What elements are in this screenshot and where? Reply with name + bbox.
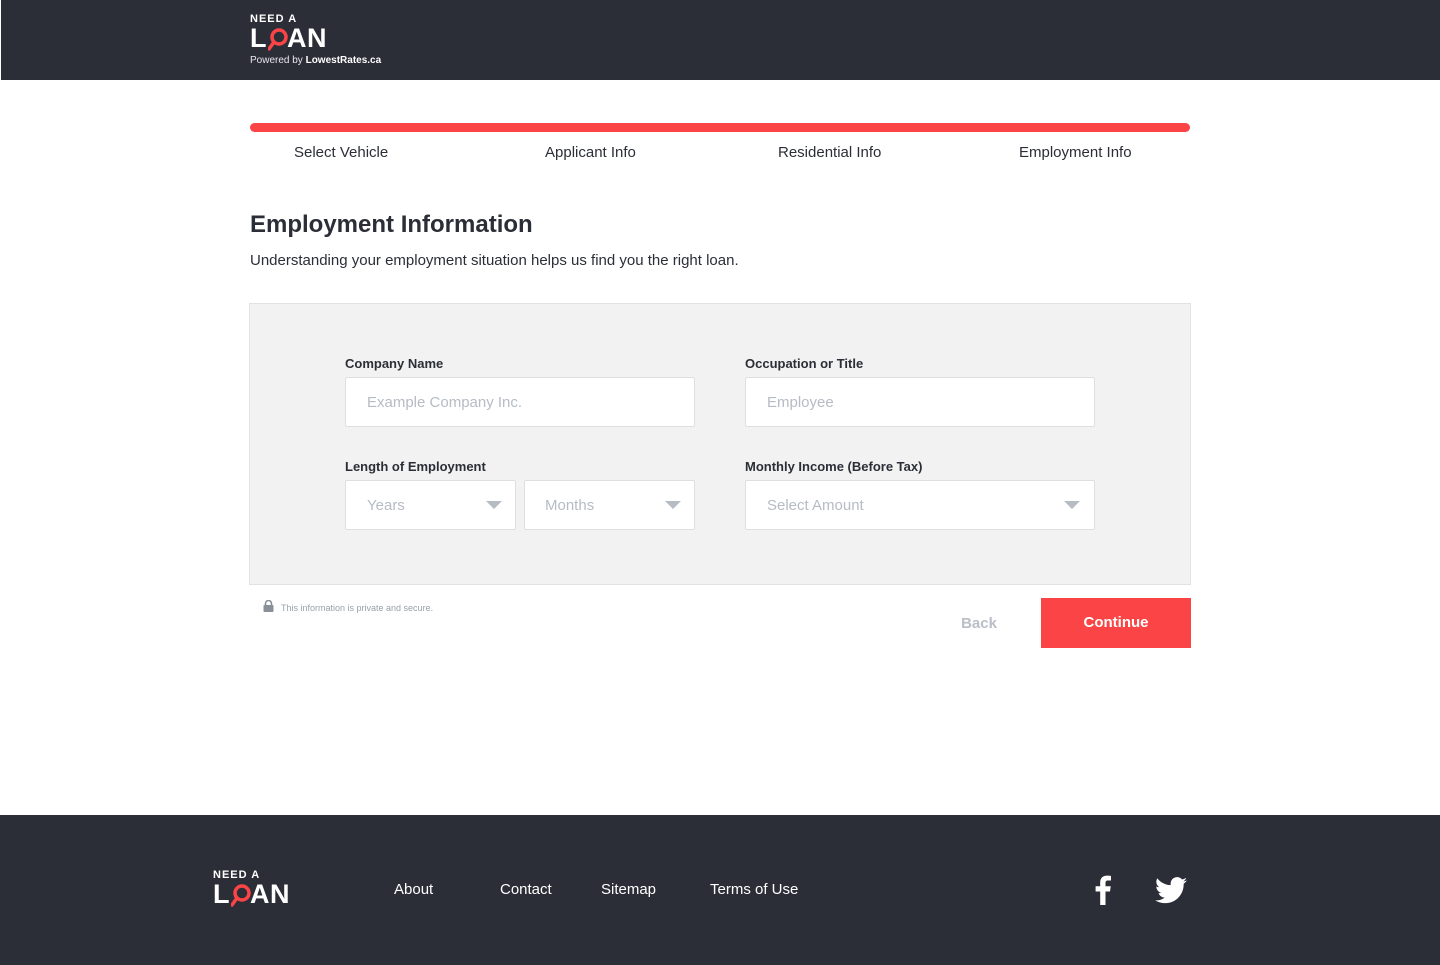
occupation-label: Occupation or Title — [745, 356, 864, 371]
secure-notice-text: This information is private and secure. — [281, 603, 434, 613]
company-name-input[interactable] — [346, 378, 694, 426]
page-title: Employment Information — [250, 211, 533, 238]
chevron-down-icon — [665, 501, 681, 509]
footer-link-contact[interactable]: Contact — [500, 881, 552, 899]
years-select[interactable]: Years — [345, 480, 516, 530]
twitter-icon[interactable] — [1155, 877, 1187, 909]
occupation-field[interactable] — [745, 377, 1095, 427]
footer-link-about[interactable]: About — [394, 881, 433, 899]
monthly-income-select[interactable]: Select Amount — [745, 480, 1095, 530]
progress-bar — [250, 123, 1190, 132]
powered-by: Powered by LowestRates.ca — [250, 55, 382, 66]
site-footer: NEED A L AN About Contact Sitemap Terms o… — [0, 815, 1440, 965]
footer-link-sitemap[interactable]: Sitemap — [601, 881, 656, 899]
magnifier-o-icon — [267, 25, 288, 51]
employment-form: Company Name Occupation or Title Length … — [249, 303, 1191, 585]
length-of-employment-label: Length of Employment — [345, 459, 486, 474]
months-select[interactable]: Months — [524, 480, 695, 530]
step-applicant-info[interactable]: Applicant Info — [545, 144, 636, 162]
lock-icon — [263, 599, 274, 617]
need-a-loan-logo[interactable]: NEED A L AN Powered by LowestRates.ca — [250, 14, 381, 67]
secure-notice: This information is private and secure. — [263, 599, 433, 617]
step-employment-info[interactable]: Employment Info — [1019, 144, 1132, 162]
magnifier-o-icon — [230, 881, 251, 907]
site-header: NEED A L AN Powered by LowestRates.ca — [1, 0, 1440, 80]
years-select-value: Years — [367, 497, 405, 514]
company-name-label: Company Name — [345, 356, 444, 371]
footer-logo-loan-text: L AN — [213, 879, 290, 909]
step-select-vehicle[interactable]: Select Vehicle — [294, 144, 388, 162]
months-select-value: Months — [545, 497, 595, 514]
company-name-field[interactable] — [345, 377, 695, 427]
chevron-down-icon — [486, 501, 502, 509]
step-residential-info[interactable]: Residential Info — [778, 144, 881, 162]
chevron-down-icon — [1064, 501, 1080, 509]
footer-link-terms-of-use[interactable]: Terms of Use — [710, 881, 798, 899]
page-subtitle: Understanding your employment situation … — [250, 252, 739, 269]
facebook-icon[interactable] — [1094, 875, 1112, 910]
monthly-income-label: Monthly Income (Before Tax) — [745, 459, 923, 474]
logo-loan-text: L AN — [250, 23, 327, 53]
continue-button[interactable]: Continue — [1041, 598, 1191, 648]
footer-need-a-loan-logo[interactable]: NEED A L AN — [213, 870, 290, 909]
back-button[interactable]: Back — [955, 612, 1003, 636]
monthly-income-select-value: Select Amount — [767, 497, 864, 514]
occupation-input[interactable] — [746, 378, 1094, 426]
